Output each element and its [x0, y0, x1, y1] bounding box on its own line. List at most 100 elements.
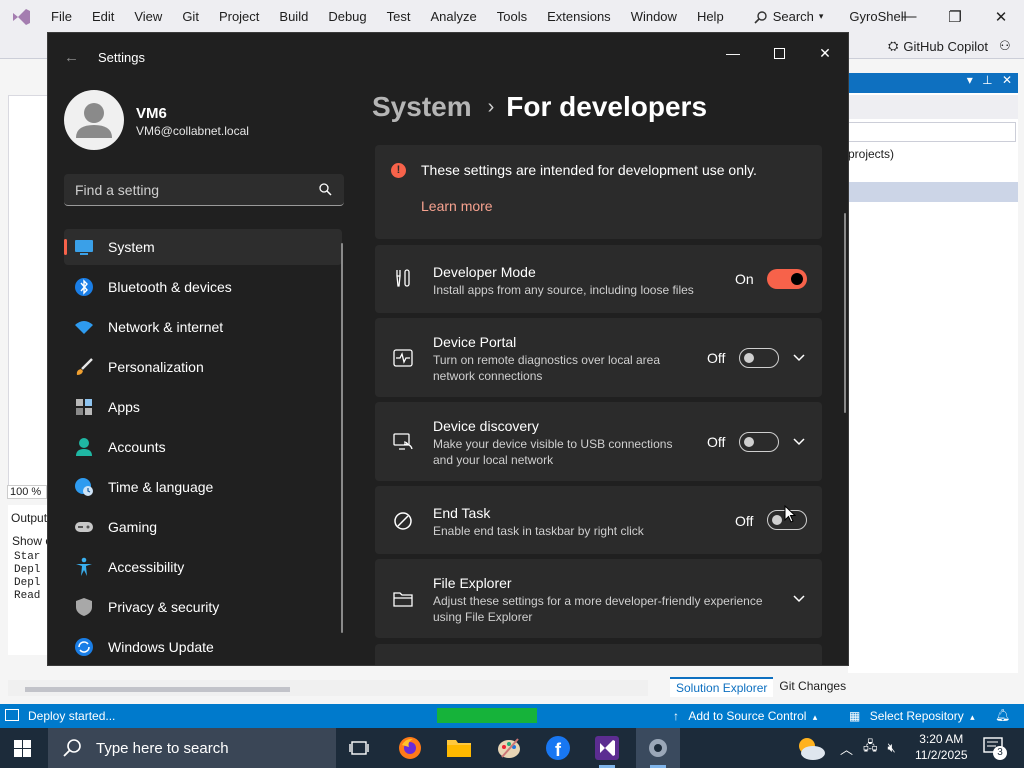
- nav-scrollbar[interactable]: [341, 243, 343, 633]
- menu-debug[interactable]: Debug: [318, 9, 376, 24]
- menu-file[interactable]: File: [41, 9, 82, 24]
- vs-close-button[interactable]: ✕: [978, 0, 1024, 33]
- chevron-down-icon[interactable]: [792, 594, 806, 604]
- chevron-up-icon[interactable]: ︿: [840, 739, 853, 758]
- close-icon[interactable]: ✕: [1002, 73, 1012, 87]
- account-icon: ⚇: [998, 38, 1011, 53]
- learn-more-link[interactable]: Learn more: [421, 198, 493, 214]
- visual-studio-taskbar-button[interactable]: [593, 734, 621, 762]
- menu-build[interactable]: Build: [269, 9, 318, 24]
- nav-item-windows-update[interactable]: Windows Update: [64, 629, 342, 665]
- file-explorer-button[interactable]: [445, 734, 473, 762]
- nav-item-time-language[interactable]: Time & language: [64, 469, 342, 505]
- solution-explorer-search[interactable]: [848, 122, 1016, 142]
- setting-description: Enable end task in taskbar by right clic…: [433, 524, 644, 538]
- settings-gear-icon: [649, 739, 667, 757]
- toggle-state-label: Off: [707, 350, 726, 366]
- settings-minimize-button[interactable]: —: [710, 39, 756, 67]
- device-discovery-toggle[interactable]: [739, 432, 779, 452]
- setting-file-explorer[interactable]: File Explorer Adjust these settings for …: [375, 559, 822, 638]
- facebook-button[interactable]: f: [544, 734, 572, 762]
- nav-item-accounts[interactable]: Accounts: [64, 429, 342, 465]
- avatar[interactable]: [64, 90, 124, 150]
- menu-project[interactable]: Project: [209, 9, 269, 24]
- facebook-icon: f: [546, 736, 570, 760]
- notification-center-button[interactable]: 3: [983, 737, 1007, 760]
- nav-item-label: Personalization: [108, 359, 204, 375]
- settings-taskbar-button[interactable]: [636, 728, 680, 768]
- pin-icon[interactable]: ⊥: [982, 73, 992, 87]
- select-repository-button[interactable]: ▦ Select Repository ▴: [849, 709, 975, 723]
- weather-cloud-icon[interactable]: [795, 734, 827, 762]
- start-button[interactable]: [14, 740, 31, 757]
- back-arrow-icon[interactable]: ←: [64, 49, 79, 66]
- chevron-down-icon[interactable]: [792, 353, 806, 363]
- nav-item-accessibility[interactable]: Accessibility: [64, 549, 342, 585]
- setting-device-portal[interactable]: Device Portal Turn on remote diagnostics…: [375, 318, 822, 397]
- volume-muted-icon[interactable]: 🔇︎: [888, 740, 896, 756]
- paint-button[interactable]: [495, 734, 523, 762]
- visual-studio-icon: [595, 736, 619, 760]
- nav-item-label: Accounts: [108, 439, 166, 455]
- nav-item-gaming[interactable]: Gaming: [64, 509, 342, 545]
- zoom-level[interactable]: 100 %: [7, 485, 47, 499]
- progress-bar: [437, 708, 537, 723]
- tab-git-changes[interactable]: Git Changes: [773, 677, 852, 697]
- find-setting-placeholder: Find a setting: [75, 181, 160, 198]
- user-avatar-icon: [76, 103, 112, 138]
- main-scrollbar[interactable]: [844, 213, 846, 413]
- github-copilot-button[interactable]: ⛭ GitHub Copilot ⚇: [888, 38, 1011, 54]
- menu-window[interactable]: Window: [621, 9, 687, 24]
- nav-item-personalization[interactable]: Personalization: [64, 349, 342, 385]
- vs-minimize-button[interactable]: —: [886, 0, 932, 33]
- toggle-knob: [772, 515, 782, 525]
- nav-item-label: Time & language: [108, 479, 214, 495]
- taskbar-clock[interactable]: 3:20 AM 11/2/2025: [915, 731, 968, 763]
- notification-bell-icon[interactable]: 🔔︎: [995, 708, 1010, 722]
- chevron-down-icon[interactable]: [792, 437, 806, 447]
- settings-close-button[interactable]: ✕: [802, 39, 848, 67]
- nav-item-bluetooth[interactable]: Bluetooth & devices: [64, 269, 342, 305]
- menu-view[interactable]: View: [124, 9, 172, 24]
- paint-palette-icon: [498, 738, 520, 758]
- firefox-button[interactable]: [396, 734, 424, 762]
- task-view-button[interactable]: [346, 734, 374, 762]
- dropdown-icon[interactable]: ▾: [967, 73, 973, 87]
- device-portal-toggle[interactable]: [739, 348, 779, 368]
- vs-restore-button[interactable]: ❐: [932, 0, 978, 33]
- user-email: VM6@collabnet.local: [136, 124, 249, 138]
- menu-test[interactable]: Test: [377, 9, 421, 24]
- breadcrumb-separator: ›: [487, 95, 495, 118]
- menu-git[interactable]: Git: [172, 9, 209, 24]
- menu-extensions[interactable]: Extensions: [537, 9, 621, 24]
- accessibility-icon: [76, 557, 92, 576]
- menu-tools[interactable]: Tools: [487, 9, 537, 24]
- apps-icon: [76, 399, 92, 415]
- nav-item-network[interactable]: Network & internet: [64, 309, 342, 345]
- tab-solution-explorer[interactable]: Solution Explorer: [670, 677, 774, 697]
- menu-edit[interactable]: Edit: [82, 9, 124, 24]
- nav-item-apps[interactable]: Apps: [64, 389, 342, 425]
- developer-mode-toggle[interactable]: [767, 269, 807, 289]
- nav-item-privacy-security[interactable]: Privacy & security: [64, 589, 342, 625]
- settings-window: ← Settings — ✕ VM6 VM6@collabnet.local F…: [48, 33, 848, 665]
- selected-tree-row[interactable]: [848, 182, 1018, 202]
- breadcrumb-parent[interactable]: System: [372, 91, 472, 123]
- output-line: Depl: [14, 564, 41, 576]
- vs-search-button[interactable]: Search ▾: [746, 9, 832, 24]
- add-to-source-control-button[interactable]: ↑ Add to Source Control ▴: [673, 709, 817, 723]
- update-icon: [75, 638, 93, 656]
- menu-help[interactable]: Help: [687, 9, 734, 24]
- solution-projects-text: projects): [848, 147, 895, 161]
- network-icon[interactable]: 🖧︎: [863, 737, 878, 759]
- clock-time: 3:20 AM: [919, 732, 964, 746]
- taskbar-search-box[interactable]: Type here to search: [48, 728, 336, 768]
- settings-maximize-button[interactable]: [756, 39, 802, 67]
- setting-device-discovery[interactable]: Device discovery Make your device visibl…: [375, 402, 822, 481]
- nav-item-system[interactable]: System: [64, 229, 342, 265]
- menu-analyze[interactable]: Analyze: [420, 9, 486, 24]
- nav-item-label: Network & internet: [108, 319, 224, 335]
- find-setting-input[interactable]: Find a setting: [64, 174, 344, 206]
- scrollbar-thumb[interactable]: [25, 687, 290, 692]
- copilot-icon: ⛭: [888, 38, 899, 53]
